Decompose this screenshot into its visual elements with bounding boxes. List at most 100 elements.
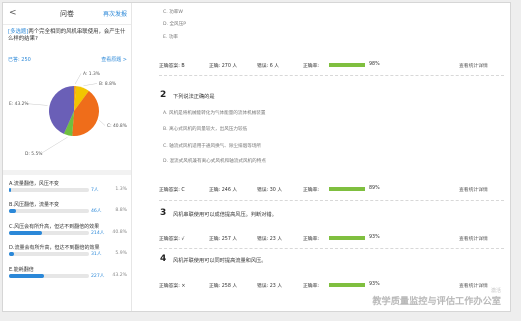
pie-leader-line xyxy=(99,120,106,126)
pie-label: C: 40.8% xyxy=(107,123,127,129)
stats-detail-link[interactable]: 查看统计详情 xyxy=(459,62,488,69)
pie-chart: A: 1.3% B: 8.8% C: 40.8% D: 5.5% E: 43.2% xyxy=(3,63,131,167)
progress-track xyxy=(9,252,89,256)
question-title: 风机并联使用可以同时提高流量和风压。 xyxy=(173,258,267,264)
option-line: C. 轴流式风机适用于通风换气、除尘排烟等场所 xyxy=(163,144,262,149)
accuracy-value: 93% xyxy=(369,282,380,287)
watermark-text: 教学质量监控与评估工作办公室 xyxy=(372,296,501,307)
option-stat: D.流量会有所升高，但达不到翻倍的效果 31人 5.9% xyxy=(9,244,127,264)
option-percent: 40.8% xyxy=(112,230,127,235)
app-frame: < 问卷 再次发报 [多选题]两个完全相同的风机串联使用，会产生什么样的结果? … xyxy=(2,2,511,312)
option-line: E. 功率 xyxy=(163,35,179,40)
question-title: 风机串联使用可以成倍提高风压。判断对错。 xyxy=(173,212,277,218)
option-line: C. 功率W xyxy=(163,10,183,15)
stats-detail-link[interactable]: 查看统计详情 xyxy=(459,282,488,289)
retake-button[interactable]: 再次发报 xyxy=(103,9,127,18)
option-stat: B.风压翻倍，流量不变 46人 8.8% xyxy=(9,201,127,221)
option-stat: E.能耗翻倍 227人 43.2% xyxy=(9,266,127,286)
stats-detail-link[interactable]: 查看统计详情 xyxy=(459,235,488,242)
option-label: B.风压翻倍，流量不变 xyxy=(9,202,60,208)
option-line: B. 离心式风机的风量较大，出风压力较低 xyxy=(163,127,248,132)
pie-label: E: 43.2% xyxy=(9,101,29,107)
question-number: 4 xyxy=(160,254,167,264)
progress-fill xyxy=(9,274,44,278)
section-separator xyxy=(3,170,131,175)
option-label: D.流量会有所升高，但达不到翻倍的效果 xyxy=(9,245,100,251)
answered-count: 已答: 250 xyxy=(8,57,31,63)
option-count: 214人 xyxy=(91,231,105,236)
option-count: 31人 xyxy=(91,252,102,257)
question-number: 3 xyxy=(160,208,167,218)
panel-header: < 问卷 再次发报 xyxy=(3,3,131,25)
accuracy-bar xyxy=(329,63,365,67)
option-percent: 8.8% xyxy=(115,208,127,213)
question-title: 下列说法正确的是 xyxy=(173,94,215,100)
option-count: 7人 xyxy=(91,188,99,193)
correct-answer: 正确答案: B xyxy=(159,64,185,69)
accuracy-bar xyxy=(329,187,365,191)
accuracy-bar xyxy=(329,283,365,287)
option-label: A.流量翻倍，风压不变 xyxy=(9,181,59,187)
progress-track xyxy=(9,231,89,235)
accuracy-value: 89% xyxy=(369,186,380,191)
option-count: 227人 xyxy=(91,274,105,279)
option-label: E.能耗翻倍 xyxy=(9,267,34,273)
pie-chart-svg: A: 1.3% B: 8.8% C: 40.8% D: 5.5% E: 43.2% xyxy=(9,71,127,157)
pie-label: D: 5.5% xyxy=(25,151,42,157)
correct-answer: 正确答案: √ xyxy=(159,237,185,242)
option-label: C.风压会有所升高，但达不到翻倍的效果 xyxy=(9,224,100,230)
correct-answer: 正确答案: C xyxy=(159,188,185,193)
option-line: D. 混流式风机兼有离心式风机和轴流式风机的特点 xyxy=(163,159,266,164)
accuracy-label: 正确率: xyxy=(303,284,320,289)
result-row: 正确答案: B 正确: 270 人 错误: 6 人 正确率: 98% 查看统计详… xyxy=(159,60,499,70)
correct-answer: 正确答案: × xyxy=(159,284,186,289)
question-type-tag: [多选题] xyxy=(8,29,29,35)
survey-panel: < 问卷 再次发报 [多选题]两个完全相同的风机串联使用，会产生什么样的结果? … xyxy=(3,3,132,311)
wrong-count: 错误: 23 人 xyxy=(257,284,283,289)
result-row: 正确答案: C 正确: 246 人 错误: 30 人 正确率: 89% 查看统计… xyxy=(159,184,499,194)
accuracy-label: 正确率: xyxy=(303,64,320,69)
progress-track xyxy=(9,188,89,192)
pie-leader-line xyxy=(40,137,68,154)
correct-count: 正确: 270 人 xyxy=(209,64,238,69)
progress-track xyxy=(9,274,89,278)
correct-count: 正确: 258 人 xyxy=(209,284,238,289)
correct-count: 正确: 257 人 xyxy=(209,237,238,242)
option-stat: C.风压会有所升高，但达不到翻倍的效果 214人 40.8% xyxy=(9,223,127,243)
accuracy-value: 98% xyxy=(369,62,380,67)
progress-fill xyxy=(9,252,14,256)
accuracy-value: 93% xyxy=(369,235,380,240)
progress-fill xyxy=(9,231,42,235)
question-text: [多选题]两个完全相同的风机串联使用，会产生什么样的结果? xyxy=(8,29,129,44)
progress-track xyxy=(9,209,89,213)
accuracy-label: 正确率: xyxy=(303,237,320,242)
option-percent: 5.9% xyxy=(115,251,127,256)
pie-label: A: 1.3% xyxy=(83,71,100,77)
progress-fill xyxy=(9,188,11,192)
option-line: D. 全风压P xyxy=(163,22,187,27)
wrong-count: 错误: 6 人 xyxy=(257,64,280,69)
divider xyxy=(159,248,504,249)
result-row: 正确答案: × 正确: 258 人 错误: 23 人 正确率: 93% 查看统计… xyxy=(159,280,499,290)
divider xyxy=(159,75,504,76)
correct-count: 正确: 246 人 xyxy=(209,188,238,193)
option-stat: A.流量翻倍，风压不变 7人 1.3% xyxy=(9,180,127,200)
option-count: 46人 xyxy=(91,209,102,214)
accuracy-label: 正确率: xyxy=(303,188,320,193)
view-question-link[interactable]: 查看原题 > xyxy=(101,56,127,63)
pie-label: B: 8.8% xyxy=(99,81,116,87)
pie-leader-line xyxy=(74,73,82,85)
option-line: A. 风机是将机械能转化为气体能量的流体机械装置 xyxy=(163,111,266,116)
divider xyxy=(159,200,504,201)
wrong-count: 错误: 30 人 xyxy=(257,188,283,193)
accuracy-bar xyxy=(329,236,365,240)
option-percent: 43.2% xyxy=(112,273,127,278)
progress-fill xyxy=(9,209,17,213)
result-row: 正确答案: √ 正确: 257 人 错误: 23 人 正确率: 93% 查看统计… xyxy=(159,233,499,243)
question-number: 2 xyxy=(160,90,167,100)
pie-leader-line xyxy=(83,83,98,86)
stats-detail-link[interactable]: 查看统计详情 xyxy=(459,186,488,193)
option-percent: 1.3% xyxy=(115,187,127,192)
wrong-count: 错误: 23 人 xyxy=(257,237,283,242)
results-panel: C. 功率W D. 全风压P E. 功率 正确答案: B 正确: 270 人 错… xyxy=(133,3,511,311)
